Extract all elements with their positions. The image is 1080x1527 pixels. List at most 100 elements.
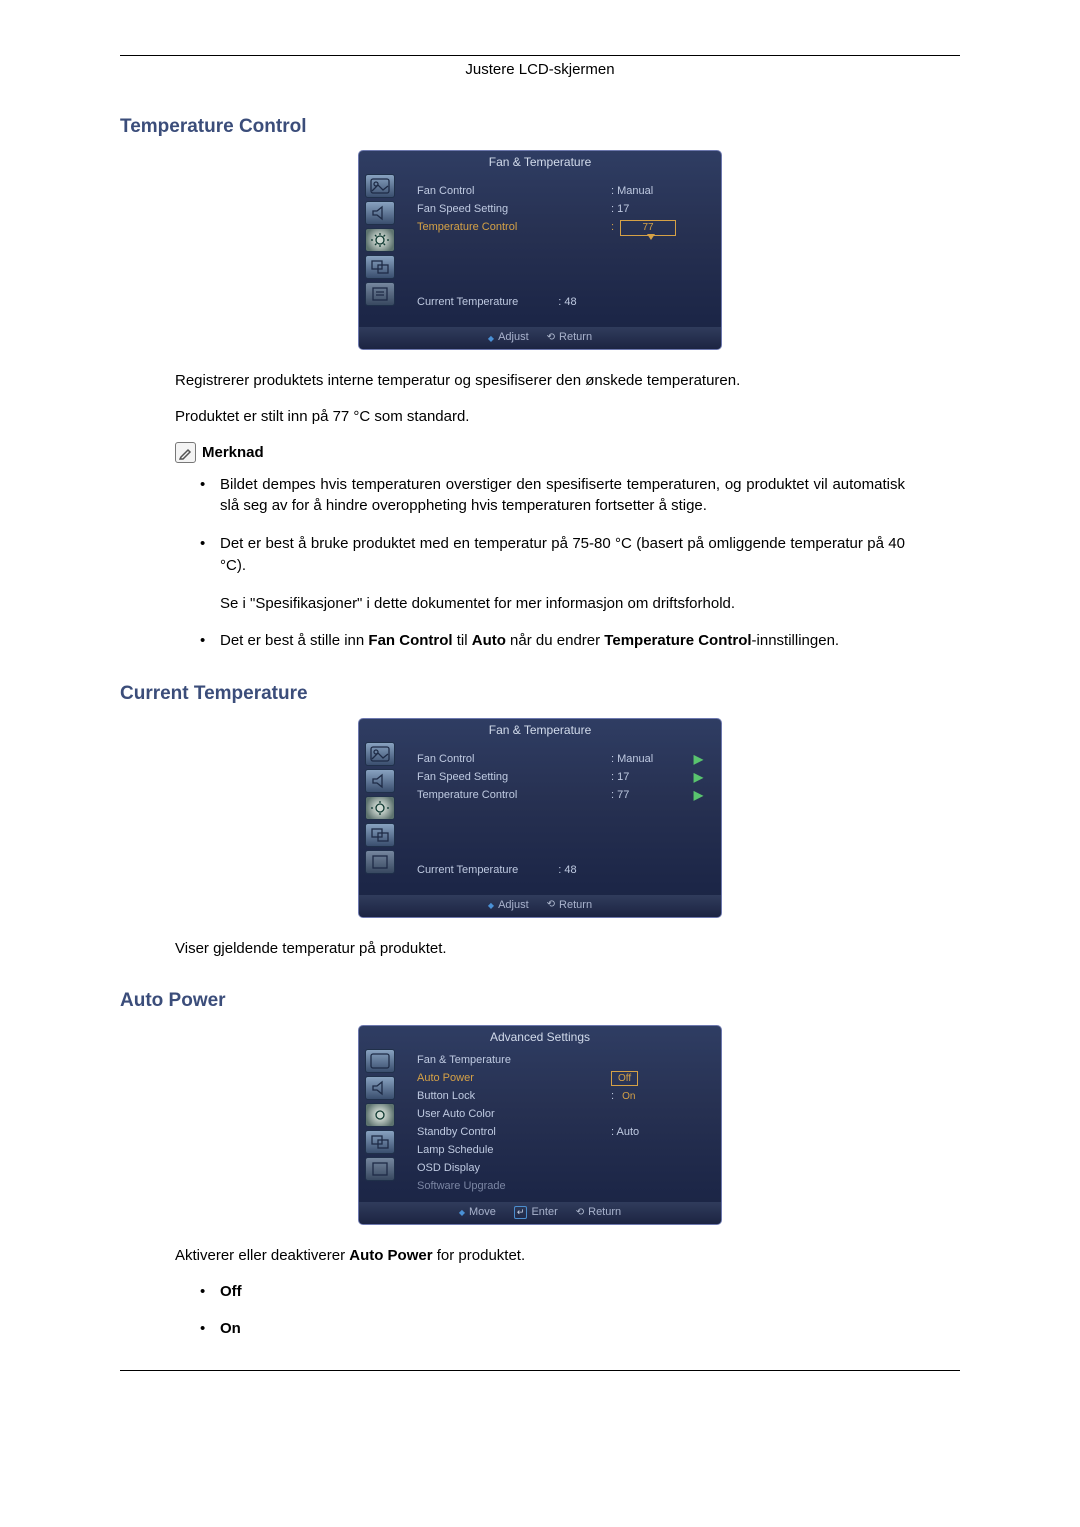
- footer-return: Return: [559, 330, 592, 346]
- updown-icon: ◆: [488, 900, 494, 912]
- picture-icon: [365, 174, 395, 198]
- osd-rows: Fan Control : Manual▶ Fan Speed Setting …: [417, 183, 703, 237]
- osd-sidebar: [365, 171, 401, 309]
- osd-sidebar: [365, 739, 401, 877]
- footer-move: Move: [469, 1205, 496, 1221]
- return-icon: ⟲: [547, 898, 555, 913]
- row-label: Software Upgrade: [417, 1179, 547, 1195]
- return-icon: ⟲: [576, 1206, 584, 1221]
- row-label: Fan Speed Setting: [417, 770, 547, 786]
- osd-title: Fan & Temperature: [359, 722, 721, 739]
- bottom-rule: [120, 1370, 960, 1371]
- osd-title: Fan & Temperature: [359, 154, 721, 171]
- arrow-icon: ▶: [694, 787, 703, 804]
- row-fan-speed[interactable]: Fan Speed Setting : 17▶: [417, 769, 703, 787]
- row-current-temperature: Current Temperature : 48: [417, 863, 703, 879]
- setup-icon: [365, 228, 395, 252]
- row-label: Fan Control: [417, 184, 547, 200]
- row-value: : Manual: [611, 184, 653, 200]
- section-heading-current-temperature: Current Temperature: [120, 680, 960, 708]
- row-fan-control: Fan Control : Manual▶: [417, 183, 703, 201]
- note-row: Merknad: [175, 442, 960, 464]
- row-software-upgrade: Software Upgrade ▶: [417, 1178, 703, 1196]
- bullet-list: Bildet dempes hvis temperaturen overstig…: [200, 474, 905, 653]
- updown-icon: ◆: [459, 1207, 465, 1219]
- osd-screenshot-1: Fan & Temperature Fan Control : Manual▶ …: [120, 150, 960, 350]
- list-item: On: [200, 1318, 905, 1340]
- osd-footer: ◆ Adjust ⟲ Return: [359, 327, 721, 349]
- osd-sidebar: [365, 1046, 401, 1184]
- option-on[interactable]: On: [620, 1090, 637, 1105]
- row-label: User Auto Color: [417, 1107, 547, 1123]
- list-item: Off: [200, 1281, 905, 1303]
- arrow-icon: ▶: [694, 751, 703, 768]
- footer-adjust: Adjust: [498, 898, 529, 914]
- paragraph: Aktiverer eller deaktiverer Auto Power f…: [175, 1245, 905, 1267]
- row-fan-temperature[interactable]: Fan & Temperature ▶: [417, 1052, 703, 1070]
- row-button-lock[interactable]: Button Lock : On: [417, 1088, 703, 1106]
- osd-panel: Fan & Temperature Fan Control : Manual▶ …: [358, 150, 722, 350]
- row-fan-control[interactable]: Fan Control : Manual▶: [417, 751, 703, 769]
- sound-icon: [365, 1076, 395, 1100]
- section-heading-temperature-control: Temperature Control: [120, 113, 960, 141]
- footer-adjust: Adjust: [498, 330, 529, 346]
- enter-icon: ↵: [514, 1206, 528, 1219]
- note-icon: [175, 442, 196, 463]
- slider-knob-icon: [647, 234, 655, 240]
- setup-icon: [365, 796, 395, 820]
- row-value: : 17: [611, 770, 629, 786]
- osd-screenshot-2: Fan & Temperature Fan Control : Manual▶ …: [120, 718, 960, 918]
- picture-icon: [365, 742, 395, 766]
- list-item: Det er best å bruke produktet med en tem…: [200, 533, 905, 614]
- row-label: Button Lock: [417, 1089, 547, 1105]
- info-icon: [365, 850, 395, 874]
- row-lamp-schedule[interactable]: Lamp Schedule ▶: [417, 1142, 703, 1160]
- list-item: Bildet dempes hvis temperaturen overstig…: [200, 474, 905, 518]
- multi-icon: [365, 1130, 395, 1154]
- row-osd-display[interactable]: OSD Display ▶: [417, 1160, 703, 1178]
- row-label: Fan & Temperature: [417, 1053, 547, 1069]
- return-icon: ⟲: [547, 331, 555, 346]
- row-label: Standby Control: [417, 1125, 547, 1141]
- row-label: Lamp Schedule: [417, 1143, 547, 1159]
- row-temperature-control: Temperature Control : 77▶: [417, 219, 703, 237]
- osd-footer: ◆ Move ↵Enter ⟲ Return: [359, 1202, 721, 1224]
- row-label: Fan Control: [417, 752, 547, 768]
- osd-rows: Fan & Temperature ▶ Auto Power Off Butto…: [417, 1052, 703, 1196]
- row-standby-control[interactable]: Standby Control : Auto▶: [417, 1124, 703, 1142]
- row-temperature-control[interactable]: Temperature Control : 77▶: [417, 787, 703, 805]
- option-off[interactable]: Off: [611, 1071, 638, 1086]
- top-rule: [120, 55, 960, 56]
- row-label: OSD Display: [417, 1161, 547, 1177]
- info-icon: [365, 1157, 395, 1181]
- row-label: Auto Power: [417, 1071, 547, 1087]
- row-current-temperature: Current Temperature : 48: [417, 295, 703, 311]
- row-label: Temperature Control: [417, 788, 547, 804]
- picture-icon: [365, 1049, 395, 1073]
- paragraph: Produktet er stilt inn på 77 °C som stan…: [175, 406, 905, 428]
- document-header: Justere LCD-skjermen: [120, 59, 960, 81]
- sound-icon: [365, 769, 395, 793]
- footer-enter: Enter: [531, 1205, 557, 1221]
- osd-title: Advanced Settings: [359, 1029, 721, 1046]
- list-item: Det er best å stille inn Fan Control til…: [200, 630, 905, 652]
- row-value: : 48: [558, 295, 576, 311]
- temperature-slider[interactable]: 77: [620, 220, 676, 236]
- osd-panel: Advanced Settings Fan & Temperature ▶ Au…: [358, 1025, 722, 1225]
- row-user-auto-color[interactable]: User Auto Color ▶: [417, 1106, 703, 1124]
- footer-return: Return: [588, 1205, 621, 1221]
- info-icon: [365, 282, 395, 306]
- osd-rows: Fan Control : Manual▶ Fan Speed Setting …: [417, 751, 703, 805]
- note-label: Merknad: [202, 442, 264, 464]
- row-value: : 17: [611, 202, 629, 218]
- osd-footer: ◆ Adjust ⟲ Return: [359, 895, 721, 917]
- row-value: : Auto: [611, 1125, 639, 1141]
- footer-return: Return: [559, 898, 592, 914]
- multi-icon: [365, 255, 395, 279]
- row-auto-power[interactable]: Auto Power Off: [417, 1070, 703, 1088]
- row-value: : 48: [558, 863, 576, 879]
- osd-panel: Fan & Temperature Fan Control : Manual▶ …: [358, 718, 722, 918]
- row-fan-speed: Fan Speed Setting : 17▶: [417, 201, 703, 219]
- updown-icon: ◆: [488, 333, 494, 345]
- section-heading-auto-power: Auto Power: [120, 987, 960, 1015]
